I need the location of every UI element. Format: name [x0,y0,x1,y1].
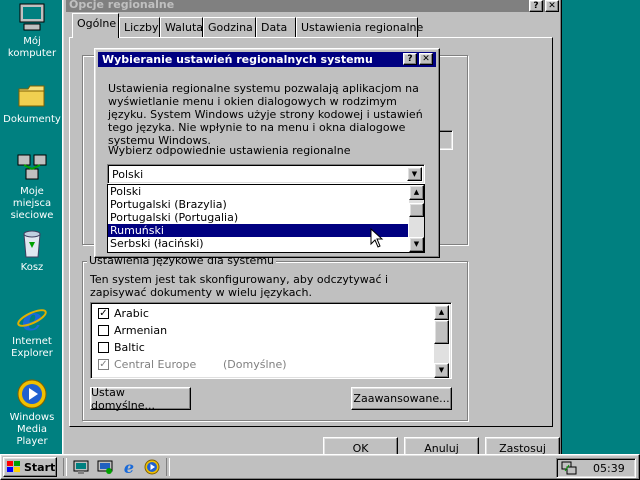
set-default-button[interactable]: Ustaw domyślne... [90,386,191,412]
dialog-description: Ustawienia regionalne systemu pozwalają … [108,82,423,147]
clock[interactable]: 05:39 [593,462,625,475]
scroll-up-button[interactable]: ▲ [409,185,424,200]
desktop-icon-label: Windows Media Player [9,412,55,447]
media-player-icon [16,378,48,410]
language-item-central-europe[interactable]: ✓ Central Europe (Domyślne) [91,356,431,373]
network-tray-icon[interactable] [561,461,577,478]
language-scrollbar[interactable]: ▲ ▼ [434,305,449,378]
windows-logo-icon [7,461,21,473]
locale-list-scrollbar[interactable]: ▲ ▼ [409,185,424,252]
desktop-icon-my-computer[interactable]: Mój komputer [0,2,64,60]
chevron-down-icon[interactable]: ▼ [407,167,422,181]
desktop-icon-label: Mój komputer [7,36,57,59]
mouse-cursor-icon [370,227,384,251]
recycle-bin-icon [16,228,48,260]
tab-time[interactable]: Godzina [203,17,256,37]
dialog-help-button[interactable]: ? [403,53,417,65]
help-button[interactable]: ? [529,0,543,12]
tab-currency[interactable]: Waluta [160,17,203,37]
dialog-title-bar[interactable]: Wybieranie ustawień regionalnych systemu [98,52,436,67]
explorer-icon[interactable] [97,459,113,478]
tab-general[interactable]: Ogólne [72,13,119,38]
language-listbox[interactable]: ✓ Arabic Armenian Baltic ✓ Central Europ… [90,302,452,379]
scroll-down-button[interactable]: ▼ [434,363,449,378]
desktop-icon-network[interactable]: Moje miejsca sieciowe [0,152,64,222]
desktop-icon-recycle-bin[interactable]: Kosz [0,228,64,274]
scroll-thumb[interactable] [409,203,424,217]
language-item-baltic[interactable]: Baltic [91,339,431,356]
system-tray: 05:39 [556,458,636,478]
window-title: Opcje regionalne [69,0,175,11]
locale-option-portugalski-portugalia[interactable]: Portugalski (Portugalia) [110,211,406,224]
start-label: Start [24,460,56,474]
desktop-icon-documents[interactable]: Dokumenty [0,80,64,126]
close-button[interactable]: ✕ [545,0,559,12]
tab-numbers[interactable]: Liczby [119,17,160,37]
folder-icon [16,80,48,112]
scroll-thumb[interactable] [434,320,449,344]
advanced-button[interactable]: Zaawansowane... [351,387,452,410]
locale-option-polski[interactable]: Polski [110,185,406,198]
dialog-prompt: Wybierz odpowiednie ustawienia regionaln… [108,144,351,157]
checkbox-armenian[interactable] [98,325,109,336]
dialog-title: Wybieranie ustawień regionalnych systemu [102,53,373,66]
checkbox-central-europe: ✓ [98,359,109,370]
start-button[interactable]: Start [3,457,57,477]
locale-combobox[interactable]: Polski ▼ [107,164,425,184]
svg-text:e: e [124,458,134,476]
locale-option-rumunski[interactable]: Rumuński [108,224,408,237]
language-item-arabic[interactable]: ✓ Arabic [91,305,431,322]
desktop-icon-label: Internet Explorer [11,336,53,359]
media-player-icon[interactable] [144,459,160,478]
scroll-down-button[interactable]: ▼ [409,237,424,252]
show-desktop-icon[interactable] [73,459,89,478]
desktop-icon-internet-explorer[interactable]: e Internet Explorer [0,300,64,360]
language-item-armenian[interactable]: Armenian [91,322,431,339]
locale-option-portugalski-brazylia[interactable]: Portugalski (Brazylia) [110,198,406,211]
scroll-up-button[interactable]: ▲ [434,305,449,320]
select-system-locale-dialog: Wybieranie ustawień regionalnych systemu… [94,48,440,258]
taskbar-divider [166,458,170,476]
dialog-close-button[interactable]: ✕ [419,53,433,65]
language-settings-description: Ten system jest tak skonfigurowany, aby … [90,273,389,299]
taskbar-divider [63,458,67,476]
tab-date[interactable]: Data [256,17,296,37]
desktop-icon-label: Moje miejsca sieciowe [10,186,54,221]
desktop-icon-label: Kosz [20,262,44,273]
taskbar: Start e 05:39 [0,454,640,480]
title-bar[interactable]: Opcje regionalne [66,0,558,12]
ie-icon[interactable]: e [121,458,137,479]
checkbox-baltic[interactable] [98,342,109,353]
checkbox-arabic[interactable]: ✓ [98,308,109,319]
computer-icon [16,2,48,34]
network-icon [16,152,48,184]
tab-regional-settings[interactable]: Ustawienia regionalne [296,17,423,37]
locale-option-serbski[interactable]: Serbski (łaciński) [110,237,406,250]
internet-explorer-icon: e [16,300,48,338]
svg-text:e: e [22,302,42,334]
desktop-icon-media-player[interactable]: Windows Media Player [0,378,64,448]
desktop-icon-label: Dokumenty [3,114,61,125]
locale-combobox-value: Polski [112,168,144,181]
